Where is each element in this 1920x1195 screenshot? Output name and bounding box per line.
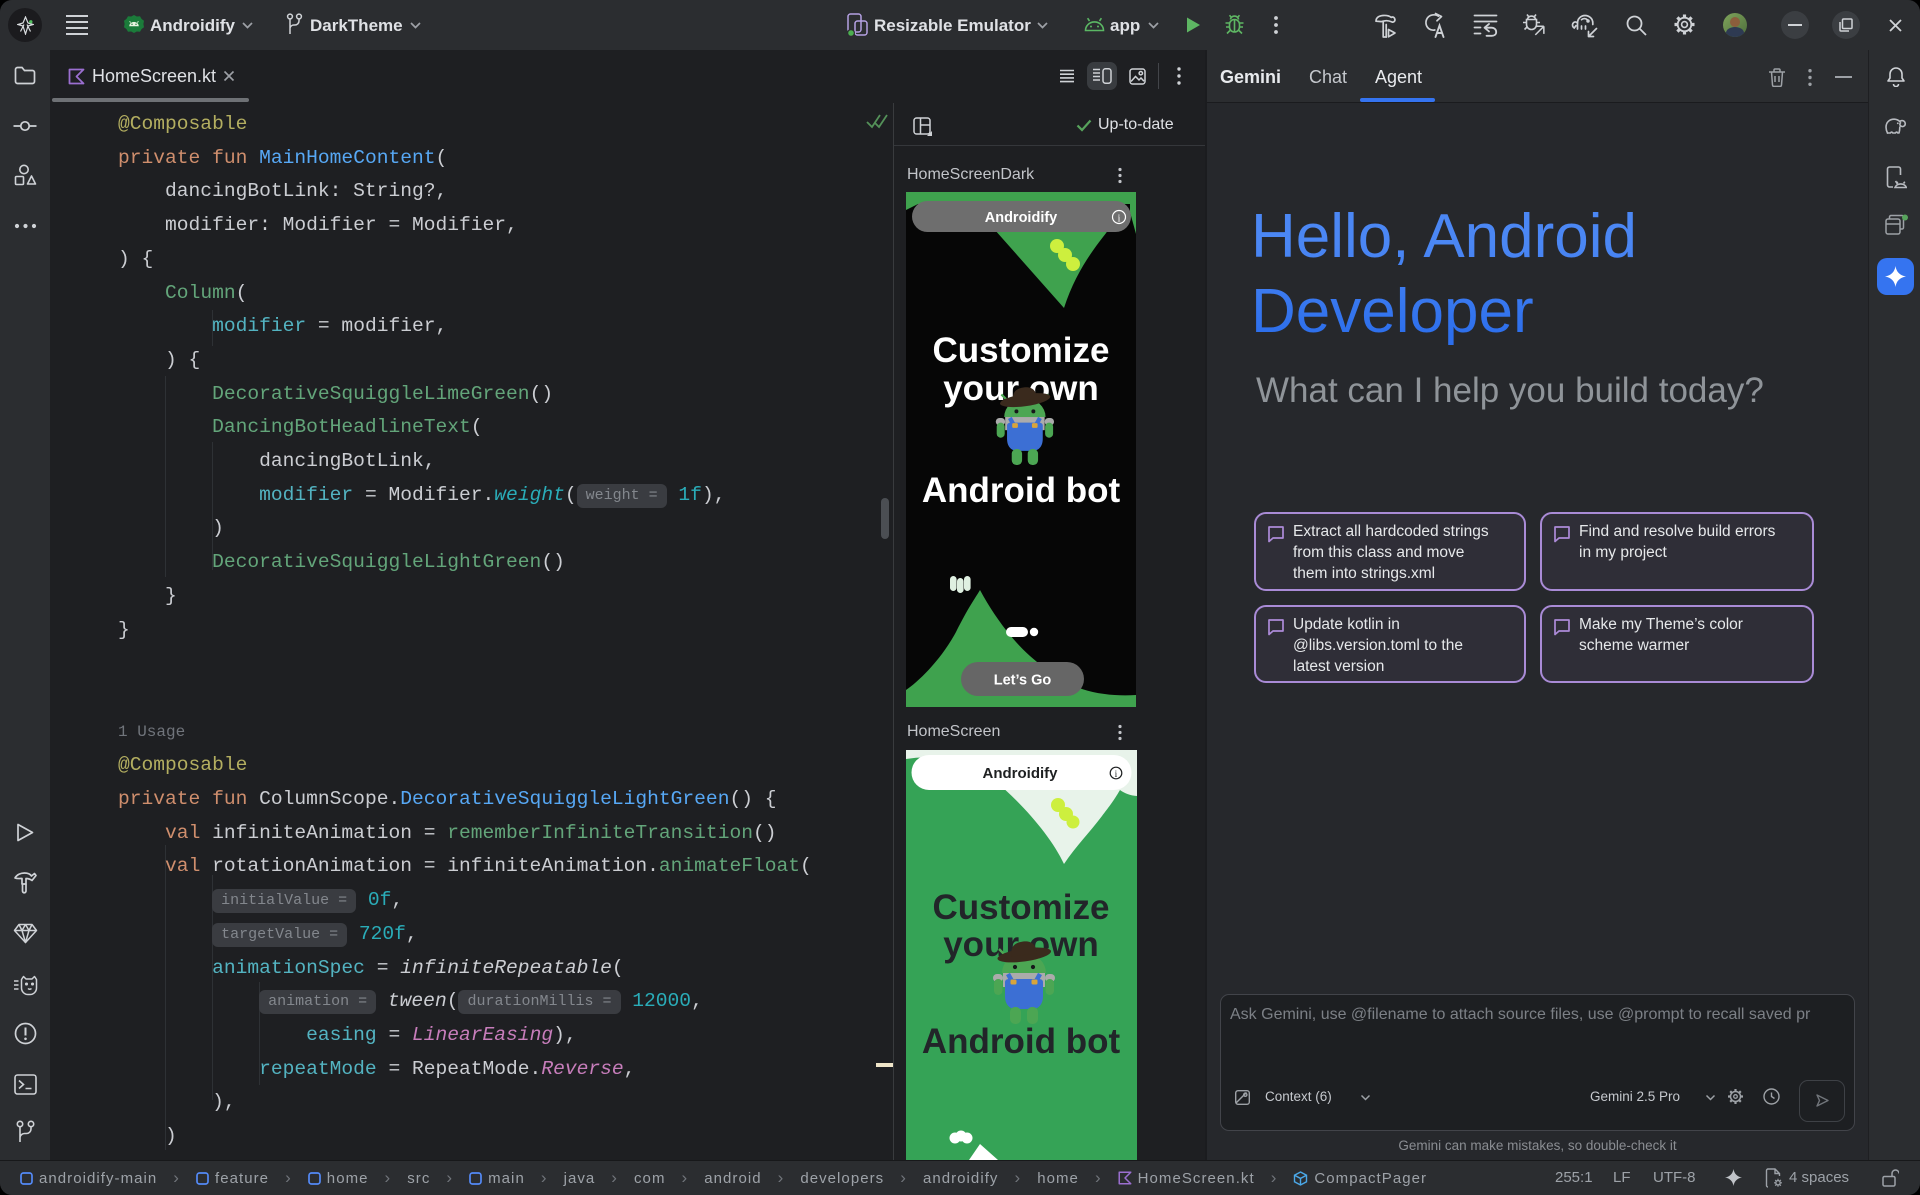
svg-text:Android bot: Android bot xyxy=(922,1022,1121,1061)
svg-text:Let’s Go: Let’s Go xyxy=(994,673,1052,689)
svg-text:Androidify: Androidify xyxy=(985,210,1058,226)
svg-text:Customize: Customize xyxy=(933,888,1110,927)
svg-text:Android bot: Android bot xyxy=(922,471,1121,510)
svg-text:Customize: Customize xyxy=(933,331,1110,370)
svg-text:Androidify: Androidify xyxy=(983,765,1059,782)
svg-text:i: i xyxy=(1118,213,1121,224)
svg-text:i: i xyxy=(1115,770,1118,780)
